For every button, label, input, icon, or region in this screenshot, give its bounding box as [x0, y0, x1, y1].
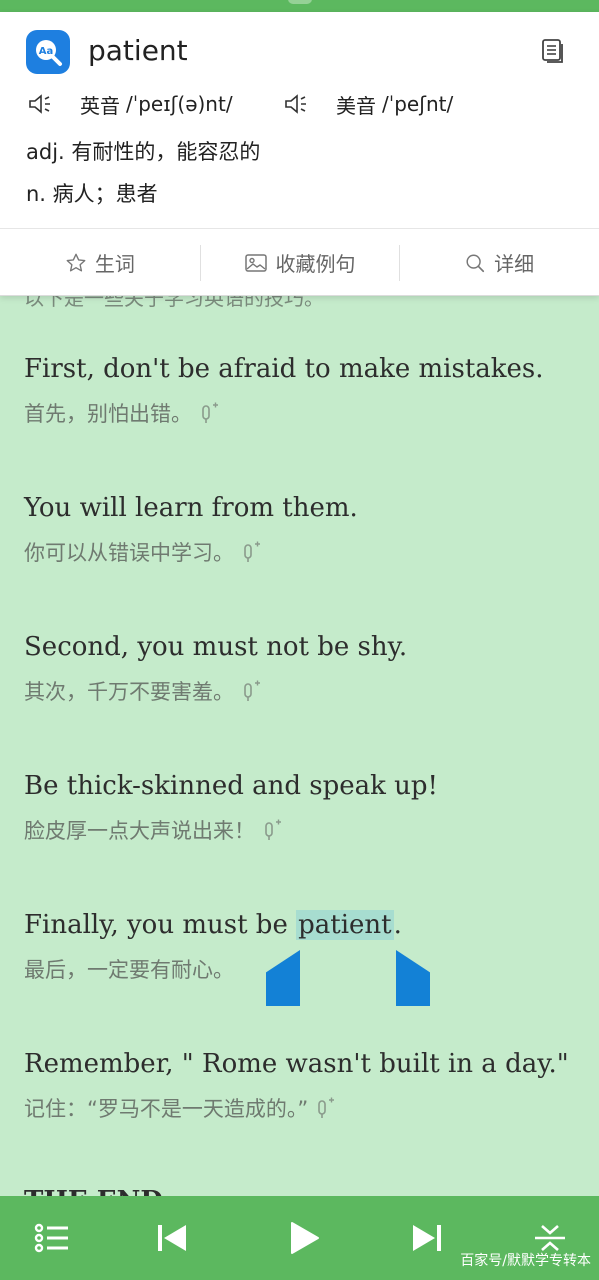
chinese-translation: 最后，一定要有耐心。: [24, 954, 594, 984]
star-icon: [66, 253, 86, 271]
english-sentence[interactable]: Remember, " Rome wasn't built in a day.": [24, 1049, 594, 1079]
uk-pronunciation[interactable]: 英音 /ˈpeɪʃ(ə)nt/: [26, 88, 233, 120]
reading-content[interactable]: 以下是一些关于学习英语的技巧。 First, don't be afraid t…: [0, 296, 599, 1196]
sentence-pair[interactable]: First, don't be afraid to make mistakes.…: [24, 354, 594, 428]
list-icon: [34, 1223, 68, 1253]
add-vocabulary-button[interactable]: 生词: [0, 243, 200, 283]
watermark: 百家号/默默学专转本: [460, 1253, 591, 1269]
search-icon: [466, 253, 485, 272]
previous-icon: [158, 1225, 186, 1251]
us-label: 美音: [336, 93, 376, 118]
tab-label: 收藏例句: [275, 252, 356, 276]
notch-indicator: [288, 0, 312, 4]
chinese-translation: 你可以从错误中学习。: [24, 537, 594, 567]
sentence-pair[interactable]: Finally, you must be patient. 最后，一定要有耐心。: [24, 910, 594, 984]
chinese-text: 最后，一定要有耐心。: [24, 958, 234, 982]
chinese-translation: 记住：“罗马不是一天造成的。”: [24, 1093, 594, 1123]
record-mic-icon[interactable]: [316, 1096, 335, 1120]
partially-hidden-line: 以下是一些关于学习英语的技巧。: [24, 296, 324, 310]
chinese-text: 记住：“罗马不是一天造成的。”: [24, 1097, 309, 1121]
previous-button[interactable]: [150, 1216, 194, 1260]
english-text[interactable]: Finally, you must be: [24, 910, 296, 940]
chinese-text: 其次，千万不要害羞。: [24, 680, 234, 704]
sentence-pair[interactable]: Second, you must not be shy. 其次，千万不要害羞。: [24, 632, 594, 706]
document-icon[interactable]: [540, 38, 566, 64]
chinese-translation: 其次，千万不要害羞。: [24, 676, 594, 706]
next-icon: [413, 1225, 441, 1251]
chinese-text: 首先，别怕出错。: [24, 402, 192, 426]
sentence-pair[interactable]: Be thick-skinned and speak up! 脸皮厚一点大声说出…: [24, 771, 594, 845]
english-sentence[interactable]: Second, you must not be shy.: [24, 632, 594, 662]
next-button[interactable]: [405, 1216, 449, 1260]
image-icon: [244, 253, 267, 272]
player-toolbar: 百家号/默默学专转本: [0, 1196, 599, 1280]
sentence-pair[interactable]: Remember, " Rome wasn't built in a day."…: [24, 1049, 594, 1123]
english-sentence[interactable]: First, don't be afraid to make mistakes.: [24, 354, 594, 384]
headword: patient: [88, 34, 188, 67]
top-status-strip: [0, 0, 599, 12]
speaker-icon[interactable]: [282, 90, 310, 118]
chinese-text: 脸皮厚一点大声说出来！: [24, 819, 255, 843]
definition-adjective: adj. 有耐性的，能容忍的: [26, 140, 261, 164]
chinese-text: 你可以从错误中学习。: [24, 541, 234, 565]
dictionary-popup: Aa patient 英音 /ˈpeɪʃ(ə)nt/ 美音 /ˈpeʃnt/ a…: [0, 12, 599, 296]
chinese-translation: 脸皮厚一点大声说出来！: [24, 815, 594, 845]
selected-word[interactable]: patient: [296, 910, 394, 940]
us-phonetic: /ˈpeʃnt/: [382, 92, 454, 116]
popup-actions: 生词 收藏例句 详细: [0, 229, 599, 296]
english-sentence[interactable]: Finally, you must be patient.: [24, 910, 594, 940]
save-example-button[interactable]: 收藏例句: [199, 243, 400, 283]
definition-noun: n. 病人；患者: [26, 182, 158, 206]
dictionary-app-logo: Aa: [26, 30, 70, 74]
uk-label: 英音: [80, 93, 120, 118]
play-icon: [291, 1222, 319, 1254]
svg-text:Aa: Aa: [39, 46, 54, 57]
english-sentence[interactable]: You will learn from them.: [24, 493, 594, 523]
speaker-icon[interactable]: [26, 90, 54, 118]
record-mic-icon[interactable]: [242, 679, 260, 703]
uk-phonetic: /ˈpeɪʃ(ə)nt/: [126, 92, 233, 116]
sentence-pair[interactable]: You will learn from them. 你可以从错误中学习。: [24, 493, 594, 567]
record-mic-icon[interactable]: [263, 818, 281, 842]
magnifier-logo-icon: Aa: [36, 40, 62, 66]
details-button[interactable]: 详细: [399, 243, 599, 283]
record-mic-icon[interactable]: [242, 540, 260, 564]
english-text[interactable]: .: [394, 910, 402, 940]
play-button[interactable]: [280, 1216, 324, 1260]
chinese-translation: 首先，别怕出错。: [24, 398, 594, 428]
tab-label: 详细: [494, 252, 535, 276]
tab-label: 生词: [94, 252, 135, 276]
record-mic-icon[interactable]: [200, 401, 218, 425]
playlist-button[interactable]: [30, 1216, 74, 1260]
english-sentence[interactable]: Be thick-skinned and speak up!: [24, 771, 594, 801]
us-pronunciation[interactable]: 美音 /ˈpeʃnt/: [282, 88, 453, 120]
